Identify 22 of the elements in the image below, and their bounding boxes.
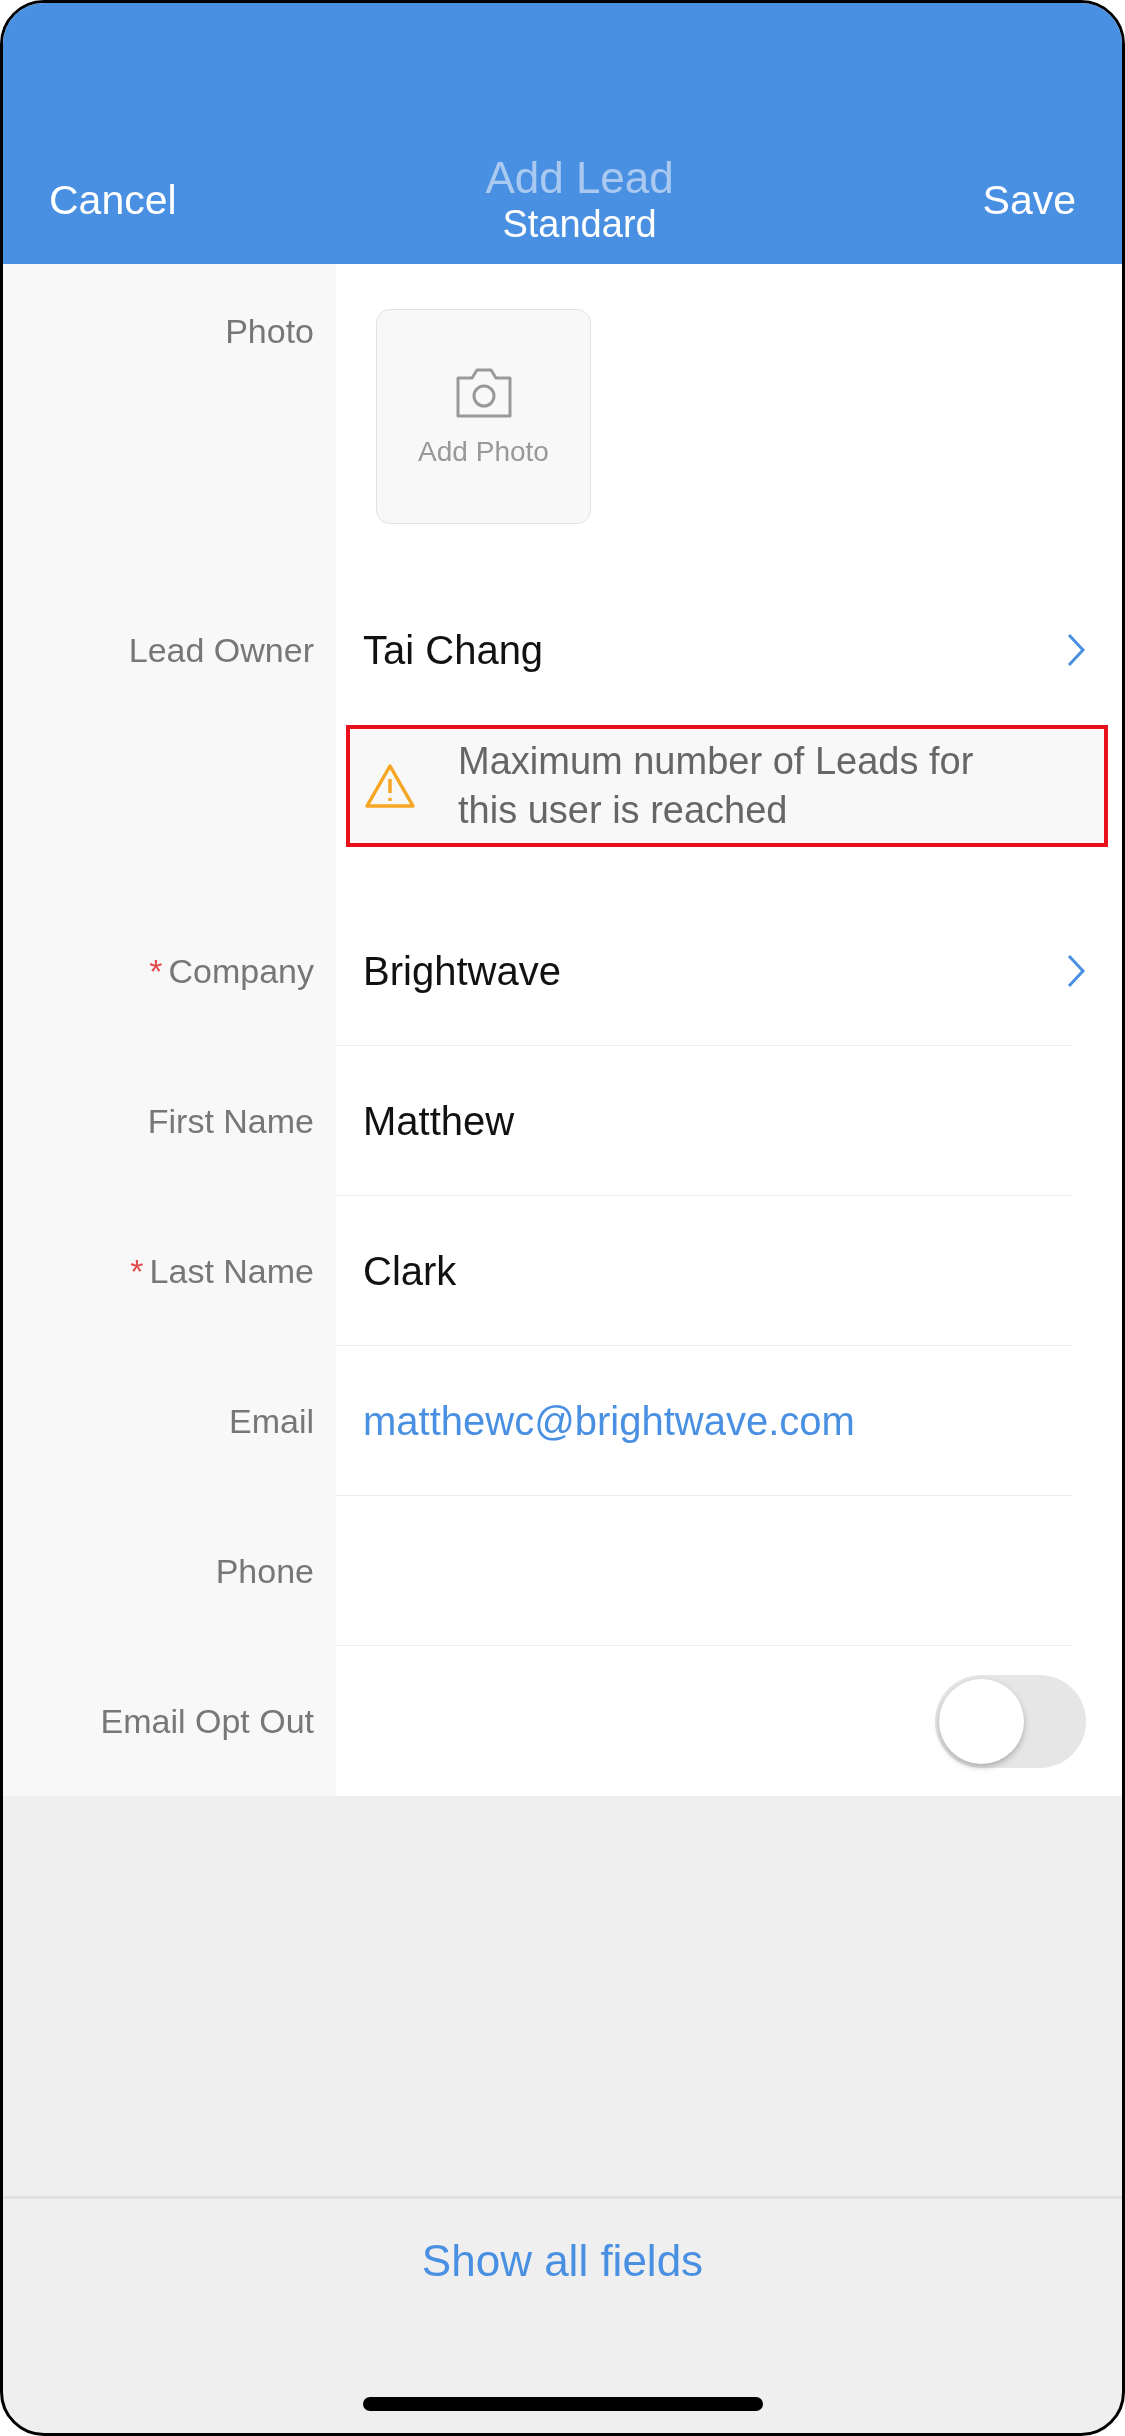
- chevron-icon[interactable]: [1066, 953, 1086, 989]
- field-label: * Company: [149, 951, 314, 991]
- field-label: Lead Owner: [128, 630, 314, 670]
- cancel-button[interactable]: Cancel: [49, 177, 177, 224]
- field-label: First Name: [147, 1101, 314, 1141]
- screen-title: Add Lead: [485, 153, 674, 203]
- add-photo-button[interactable]: Add Photo: [376, 309, 591, 524]
- chevron-icon[interactable]: [1066, 632, 1086, 668]
- warning-icon: [364, 763, 416, 809]
- field-label: Phone: [215, 1551, 314, 1591]
- save-button[interactable]: Save: [982, 177, 1076, 224]
- show-all-fields-link[interactable]: Show all fields: [415, 2235, 710, 2287]
- field-value: Brightwave: [363, 948, 562, 994]
- layout-subtitle: Standard: [502, 203, 657, 246]
- field-label: * Last Name: [130, 1251, 314, 1291]
- field-label: Email Opt Out: [100, 1701, 314, 1741]
- warning-message: Maximum number of Leads for this user is reached: [458, 738, 975, 833]
- field-value: Matthew: [363, 1098, 516, 1144]
- field-label: Email: [228, 1401, 314, 1441]
- field-label: Photo: [225, 312, 314, 351]
- field-value: Clark: [363, 1248, 458, 1294]
- field-value: Tai Chang: [363, 627, 545, 673]
